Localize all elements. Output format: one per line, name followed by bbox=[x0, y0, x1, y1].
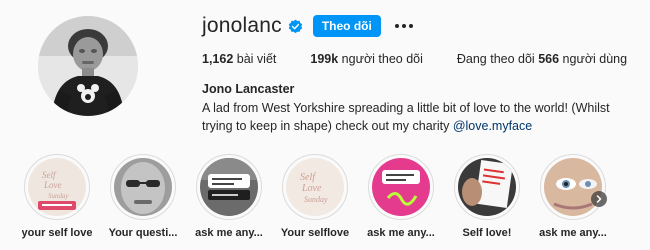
bio-text: A lad from West Yorkshire spreading a li… bbox=[202, 101, 610, 133]
following-prefix: Đang theo dõi bbox=[456, 52, 535, 66]
more-options-icon[interactable] bbox=[394, 24, 413, 28]
svg-text:Sunday: Sunday bbox=[304, 195, 328, 204]
highlight-item[interactable]: Self love! bbox=[444, 154, 530, 239]
svg-text:Self: Self bbox=[300, 172, 316, 183]
pink-question-thumbnail bbox=[372, 158, 430, 216]
full-name: Jono Lancaster bbox=[202, 82, 295, 96]
following-count: 566 bbox=[538, 52, 560, 66]
notes-photo-thumbnail bbox=[458, 158, 516, 216]
highlight-label: Your selflove bbox=[280, 227, 350, 239]
highlight-label: ask me any... bbox=[195, 227, 263, 239]
profile-header: jonolanc Theo dõi bbox=[202, 14, 413, 38]
face-photo-thumbnail bbox=[114, 158, 172, 216]
username: jonolanc bbox=[202, 14, 282, 37]
chevron-right-icon[interactable] bbox=[591, 191, 607, 207]
highlight-item[interactable]: Self Love Sunday Your selflove bbox=[272, 154, 358, 239]
highlight-label: Your questi... bbox=[108, 227, 178, 239]
bio: A lad from West Yorkshire spreading a li… bbox=[202, 99, 622, 135]
highlight-label: your self love bbox=[21, 227, 93, 239]
svg-text:Love: Love bbox=[43, 180, 62, 190]
followers-stat[interactable]: 199k người theo dõi bbox=[310, 52, 423, 66]
highlight-item[interactable]: ask me any... bbox=[186, 154, 272, 239]
profile-stats: 1,162 bài viết 199k người theo dõi Đang … bbox=[202, 52, 650, 66]
svg-text:Sunday: Sunday bbox=[48, 192, 70, 200]
highlight-item[interactable]: Self Love Sunday your self love bbox=[14, 154, 100, 239]
self-love-card-thumbnail: Self Love Sunday bbox=[286, 158, 344, 216]
posts-stat: 1,162 bài viết bbox=[202, 52, 276, 66]
svg-text:Self: Self bbox=[42, 170, 57, 180]
profile-avatar[interactable] bbox=[38, 16, 138, 116]
follow-button[interactable]: Theo dõi bbox=[312, 15, 381, 37]
followers-count: 199k bbox=[310, 52, 339, 66]
highlight-item[interactable]: ask me any... bbox=[358, 154, 444, 239]
svg-text:Love: Love bbox=[301, 183, 322, 194]
highlight-label: Self love! bbox=[462, 227, 512, 239]
posts-count: 1,162 bbox=[202, 52, 234, 66]
following-label: người dùng bbox=[562, 52, 628, 66]
verified-badge-icon bbox=[288, 19, 303, 34]
story-highlights: Self Love Sunday your self love Your que… bbox=[14, 154, 616, 239]
following-stat[interactable]: Đang theo dõi 566 người dùng bbox=[457, 52, 627, 66]
highlight-item[interactable]: Your questi... bbox=[100, 154, 186, 239]
avatar-photo bbox=[38, 16, 138, 116]
question-sticker-thumbnail bbox=[200, 158, 258, 216]
posts-label: bài viết bbox=[236, 52, 277, 66]
bio-mention-link[interactable]: @love.myface bbox=[453, 119, 532, 133]
face-closeup-thumbnail bbox=[544, 158, 602, 216]
self-love-card-thumbnail: Self Love Sunday bbox=[28, 158, 86, 216]
highlight-label: ask me any... bbox=[367, 227, 435, 239]
highlight-label: ask me any... bbox=[539, 227, 607, 239]
followers-label: người theo dõi bbox=[341, 52, 423, 66]
